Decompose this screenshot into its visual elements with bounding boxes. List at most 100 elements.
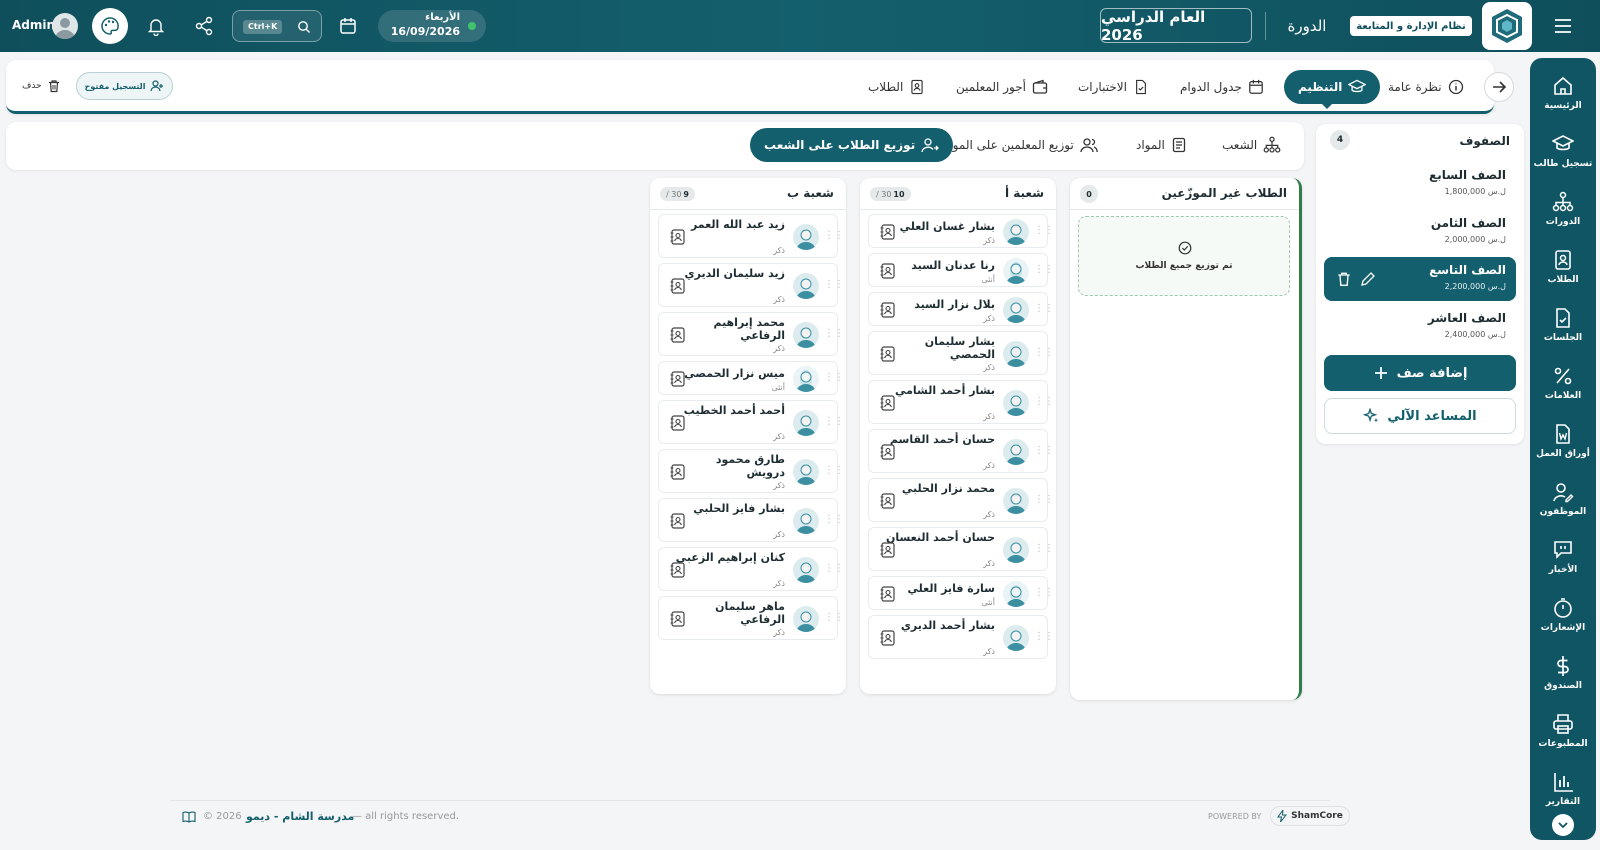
search-button[interactable]: Ctrl+K xyxy=(232,10,322,42)
drag-handle-icon[interactable]: ⋮⋮ xyxy=(1034,303,1054,314)
drag-handle-icon[interactable]: ⋮⋮ xyxy=(1034,445,1054,456)
menu-button[interactable] xyxy=(1550,14,1576,38)
view-profile-button[interactable] xyxy=(879,629,897,647)
footer-school[interactable]: مدرسة الشام - ديمو xyxy=(246,810,354,823)
view-profile-button[interactable] xyxy=(879,394,897,412)
sidebar-item-register-student[interactable]: تسجيل طالب xyxy=(1530,124,1596,178)
drag-handle-icon[interactable]: ⋮⋮ xyxy=(1034,494,1054,505)
sidebar-item-news[interactable]: الأخبار xyxy=(1530,530,1596,584)
tab-teacher-wages[interactable]: أجور المعلمين xyxy=(956,70,1048,104)
view-profile-button[interactable] xyxy=(879,541,897,559)
drag-handle-icon[interactable]: ⋮⋮ xyxy=(1034,396,1054,407)
subtab-teachers-distribution[interactable]: توزيع المعلمين على المواد xyxy=(944,128,1098,162)
drag-handle-icon[interactable]: ⋮⋮ xyxy=(1034,631,1054,642)
drag-handle-icon[interactable]: ⋮⋮ xyxy=(824,279,844,290)
student-card[interactable]: ⋮⋮ حسان أحمد القاسم ذكر xyxy=(868,429,1054,473)
student-card[interactable]: ⋮⋮ رنا عدنان السيد أنثى xyxy=(868,253,1054,287)
student-card[interactable]: ⋮⋮ بلال نزار السيد ذكر xyxy=(868,292,1054,326)
tab-exams[interactable]: الاختبارات xyxy=(1078,70,1149,104)
sidebar-item-notifications[interactable]: الإشعارات xyxy=(1530,588,1596,642)
drag-handle-icon[interactable]: ⋮⋮ xyxy=(1034,543,1054,554)
tab-students[interactable]: الطلاب xyxy=(868,70,925,104)
drag-handle-icon[interactable]: ⋮⋮ xyxy=(824,563,844,574)
view-profile-button[interactable] xyxy=(669,277,687,295)
view-profile-button[interactable] xyxy=(879,262,897,280)
student-card[interactable]: ⋮⋮ زيد عبد الله العمر ذكر xyxy=(658,214,844,258)
notifications-button[interactable] xyxy=(144,14,168,38)
drag-handle-icon[interactable]: ⋮⋮ xyxy=(824,416,844,427)
delete-grade-button[interactable] xyxy=(1336,271,1352,287)
drag-handle-icon[interactable]: ⋮⋮ xyxy=(824,465,844,476)
student-card[interactable]: ⋮⋮ زيد سليمان الديري ذكر xyxy=(658,263,844,307)
sidebar-item-students[interactable]: الطلاب xyxy=(1530,240,1596,294)
assistant-button[interactable]: المساعد الآلي xyxy=(1324,398,1516,434)
view-profile-button[interactable] xyxy=(669,370,687,388)
subtab-students-distribution[interactable]: توزيع الطلاب على الشعب xyxy=(750,128,954,162)
share-button[interactable] xyxy=(192,14,216,38)
grade-item-seventh[interactable]: الصف السابع 1,800,000 ل.س xyxy=(1324,162,1516,206)
view-profile-button[interactable] xyxy=(879,585,897,603)
drag-handle-icon[interactable]: ⋮⋮ xyxy=(1034,225,1054,236)
sidebar-item-grades[interactable]: العلامات xyxy=(1530,356,1596,410)
view-profile-button[interactable] xyxy=(669,228,687,246)
view-profile-button[interactable] xyxy=(669,463,687,481)
view-profile-button[interactable] xyxy=(879,345,897,363)
drag-handle-icon[interactable]: ⋮⋮ xyxy=(824,230,844,241)
sidebar-item-employees[interactable]: الموظفون xyxy=(1530,472,1596,526)
calendar-button[interactable] xyxy=(336,14,360,38)
view-profile-button[interactable] xyxy=(879,443,897,461)
user-menu[interactable]: Admin xyxy=(10,12,80,40)
student-card[interactable]: ⋮⋮ بشار سليمان الحمصي ذكر xyxy=(868,331,1054,375)
sidebar-item-prints[interactable]: المطبوعات xyxy=(1530,704,1596,758)
open-registration-badge[interactable]: التسجيل مفتوح xyxy=(76,72,173,100)
view-profile-button[interactable] xyxy=(879,301,897,319)
student-card[interactable]: ⋮⋮ بشار أحمد الشامي ذكر xyxy=(868,380,1054,424)
student-card[interactable]: ⋮⋮ بشار غسان العلي ذكر xyxy=(868,214,1054,248)
view-profile-button[interactable] xyxy=(669,561,687,579)
unassigned-drop-zone[interactable]: تم توزيع جميع الطلاب xyxy=(1078,216,1290,296)
drag-handle-icon[interactable]: ⋮⋮ xyxy=(1034,587,1054,598)
drag-handle-icon[interactable]: ⋮⋮ xyxy=(824,328,844,339)
view-profile-button[interactable] xyxy=(669,414,687,432)
add-grade-button[interactable]: إضافة صف xyxy=(1324,355,1516,391)
drag-handle-icon[interactable]: ⋮⋮ xyxy=(824,514,844,525)
drag-handle-icon[interactable]: ⋮⋮ xyxy=(1034,264,1054,275)
vendor-badge[interactable]: ShamCore xyxy=(1270,806,1350,826)
student-card[interactable]: ⋮⋮ محمد نزار الحلبي ذكر xyxy=(868,478,1054,522)
edit-grade-button[interactable] xyxy=(1360,271,1376,287)
subtab-subjects[interactable]: المواد xyxy=(1136,128,1187,162)
student-card[interactable]: ⋮⋮ بشار أحمد الديري ذكر xyxy=(868,615,1054,659)
student-card[interactable]: ⋮⋮ حسان أحمد النعسان ذكر xyxy=(868,527,1054,571)
student-card[interactable]: ⋮⋮ ميس نزار الحمصي أنثى xyxy=(658,361,844,395)
student-card[interactable]: ⋮⋮ ماهر سليمان الرفاعي ذكر xyxy=(658,596,844,640)
sidebar-item-courses[interactable]: الدورات xyxy=(1530,182,1596,236)
grade-item-ninth[interactable]: الصف التاسع 2,200,000 ل.س xyxy=(1324,257,1516,301)
delete-button[interactable]: حذف xyxy=(22,76,66,96)
student-card[interactable]: ⋮⋮ محمد إبراهيم الرفاعي ذكر xyxy=(658,312,844,356)
view-profile-button[interactable] xyxy=(669,326,687,344)
tab-organize[interactable]: التنظيم xyxy=(1284,70,1381,104)
grade-item-eighth[interactable]: الصف الثامن 2,000,000 ل.س xyxy=(1324,210,1516,254)
drag-handle-icon[interactable]: ⋮⋮ xyxy=(824,372,844,383)
student-card[interactable]: ⋮⋮ طارق محمود درويش ذكر xyxy=(658,449,844,493)
drag-handle-icon[interactable]: ⋮⋮ xyxy=(1034,347,1054,358)
view-profile-button[interactable] xyxy=(669,512,687,530)
back-button[interactable] xyxy=(1484,72,1514,102)
year-selector[interactable]: العام الدراسي 2026 xyxy=(1100,8,1252,44)
sidebar-item-cashbox[interactable]: الصندوق xyxy=(1530,646,1596,700)
sidebar-item-sessions[interactable]: الجلسات xyxy=(1530,298,1596,352)
drag-handle-icon[interactable]: ⋮⋮ xyxy=(824,612,844,623)
student-card[interactable]: ⋮⋮ بشار فايز الحلبي ذكر xyxy=(658,498,844,542)
student-card[interactable]: ⋮⋮ سارة فايز العلي أنثى xyxy=(868,576,1054,610)
sidebar-item-worksheets[interactable]: أوراق العمل xyxy=(1530,414,1596,468)
tab-schedule[interactable]: جدول الدوام xyxy=(1180,70,1264,104)
subtab-sections[interactable]: الشعب xyxy=(1222,128,1281,162)
sidebar-item-home[interactable]: الرئيسية xyxy=(1530,66,1596,120)
student-card[interactable]: ⋮⋮ كنان إبراهيم الزعبي ذكر xyxy=(658,547,844,591)
theme-button[interactable] xyxy=(92,8,128,44)
tab-overview[interactable]: نظرة عامة xyxy=(1388,70,1464,104)
view-profile-button[interactable] xyxy=(669,610,687,628)
course-selector[interactable]: الدورة xyxy=(1276,14,1338,38)
view-profile-button[interactable] xyxy=(879,492,897,510)
view-profile-button[interactable] xyxy=(879,223,897,241)
